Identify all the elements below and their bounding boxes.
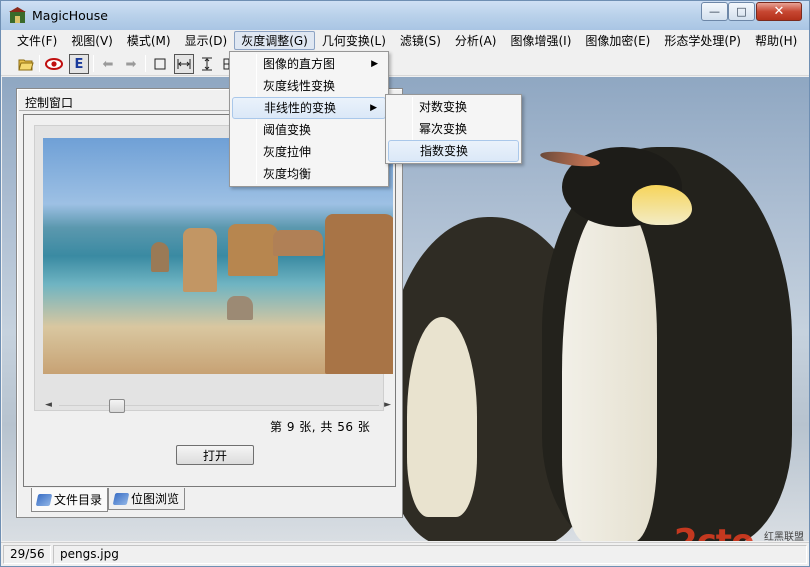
watermark-logo: 2cto: [674, 522, 754, 541]
scroll-thumb[interactable]: [109, 399, 125, 413]
app-window: MagicHouse — □ ✕ 文件(F) 视图(V) 模式(M) 显示(D)…: [0, 0, 810, 567]
control-tabs: 文件目录 位图浏览: [31, 488, 186, 512]
maximize-button[interactable]: □: [728, 2, 755, 21]
scroll-right-arrow-icon[interactable]: ►: [384, 400, 391, 410]
submenu-arrow-icon: ▶: [370, 103, 377, 113]
app-logo-icon: [9, 7, 26, 23]
menu-item-nonlinear-transform[interactable]: 非线性的变换 ▶: [232, 97, 386, 119]
menu-view[interactable]: 视图(V): [64, 31, 120, 50]
menu-file[interactable]: 文件(F): [10, 31, 64, 50]
minimize-button[interactable]: —: [701, 2, 728, 21]
menu-gray-adjust[interactable]: 灰度调整(G): [234, 31, 315, 50]
menu-help[interactable]: 帮助(H): [748, 31, 804, 50]
nonlinear-submenu: 对数变换 幂次变换 指数变换: [385, 94, 522, 164]
menu-item-log-transform[interactable]: 对数变换: [388, 96, 519, 118]
tab-label: 文件目录: [54, 493, 103, 507]
thumbnail-scrollbar[interactable]: ◄ ►: [45, 398, 395, 416]
menu-item-exp-transform[interactable]: 指数变换: [388, 140, 519, 162]
menu-analysis[interactable]: 分析(A): [448, 31, 504, 50]
folder-tab-icon: [35, 493, 53, 506]
e-button[interactable]: E: [69, 54, 89, 74]
menu-display[interactable]: 显示(D): [178, 31, 235, 50]
menu-item-power-transform[interactable]: 幂次变换: [388, 118, 519, 140]
menu-morphology[interactable]: 形态学处理(P): [657, 31, 748, 50]
menu-item-stretch[interactable]: 灰度拉伸: [232, 141, 386, 163]
menu-mode[interactable]: 模式(M): [120, 31, 178, 50]
control-window-title: 控制窗口: [25, 96, 74, 110]
status-bar: 29/56 pengs.jpg: [1, 542, 809, 566]
status-position: 29/56: [3, 545, 51, 564]
gray-adjust-menu: 图像的直方图 ▶ 灰度线性变换 非线性的变换 ▶ 阈值变换 灰度拉伸 灰度均衡: [229, 51, 389, 187]
fit-height-icon[interactable]: [197, 54, 217, 74]
tab-bitmap-browse[interactable]: 位图浏览: [108, 488, 186, 510]
menu-encrypt[interactable]: 图像加密(E): [578, 31, 657, 50]
menu-item-threshold[interactable]: 阈值变换: [232, 119, 386, 141]
menu-geometry[interactable]: 几何变换(L): [315, 31, 393, 50]
menu-item-linear-transform[interactable]: 灰度线性变换: [232, 75, 386, 97]
menu-enhance[interactable]: 图像增强(I): [503, 31, 578, 50]
image-counter: 第 9 张, 共 56 张: [270, 420, 371, 434]
tab-label: 位图浏览: [131, 492, 180, 506]
arrow-right-icon[interactable]: ➡: [121, 54, 141, 74]
open-button[interactable]: 打开: [176, 445, 254, 465]
menu-bar: 文件(F) 视图(V) 模式(M) 显示(D) 灰度调整(G) 几何变换(L) …: [1, 30, 809, 51]
arrow-left-icon[interactable]: ⬅: [98, 54, 118, 74]
bitmap-tab-icon: [112, 492, 130, 505]
fit-width-icon[interactable]: [174, 54, 194, 74]
submenu-arrow-icon: ▶: [371, 59, 378, 69]
menu-filter[interactable]: 滤镜(S): [393, 31, 448, 50]
toolbar: E ⬅ ➡: [1, 52, 809, 76]
status-filename: pengs.jpg: [53, 545, 807, 564]
tab-file-directory[interactable]: 文件目录: [31, 488, 109, 512]
open-folder-icon[interactable]: [16, 54, 36, 74]
menu-item-equalize[interactable]: 灰度均衡: [232, 163, 386, 185]
window-title: MagicHouse: [32, 8, 108, 23]
scroll-left-arrow-icon[interactable]: ◄: [45, 400, 52, 410]
menu-item-histogram[interactable]: 图像的直方图 ▶: [232, 53, 386, 75]
rectangle-select-icon[interactable]: [150, 54, 170, 74]
eye-icon[interactable]: [44, 54, 64, 74]
close-button[interactable]: ✕: [756, 2, 802, 21]
watermark-sub: 红黑联盟: [764, 532, 804, 541]
title-bar: MagicHouse — □ ✕: [1, 1, 809, 30]
